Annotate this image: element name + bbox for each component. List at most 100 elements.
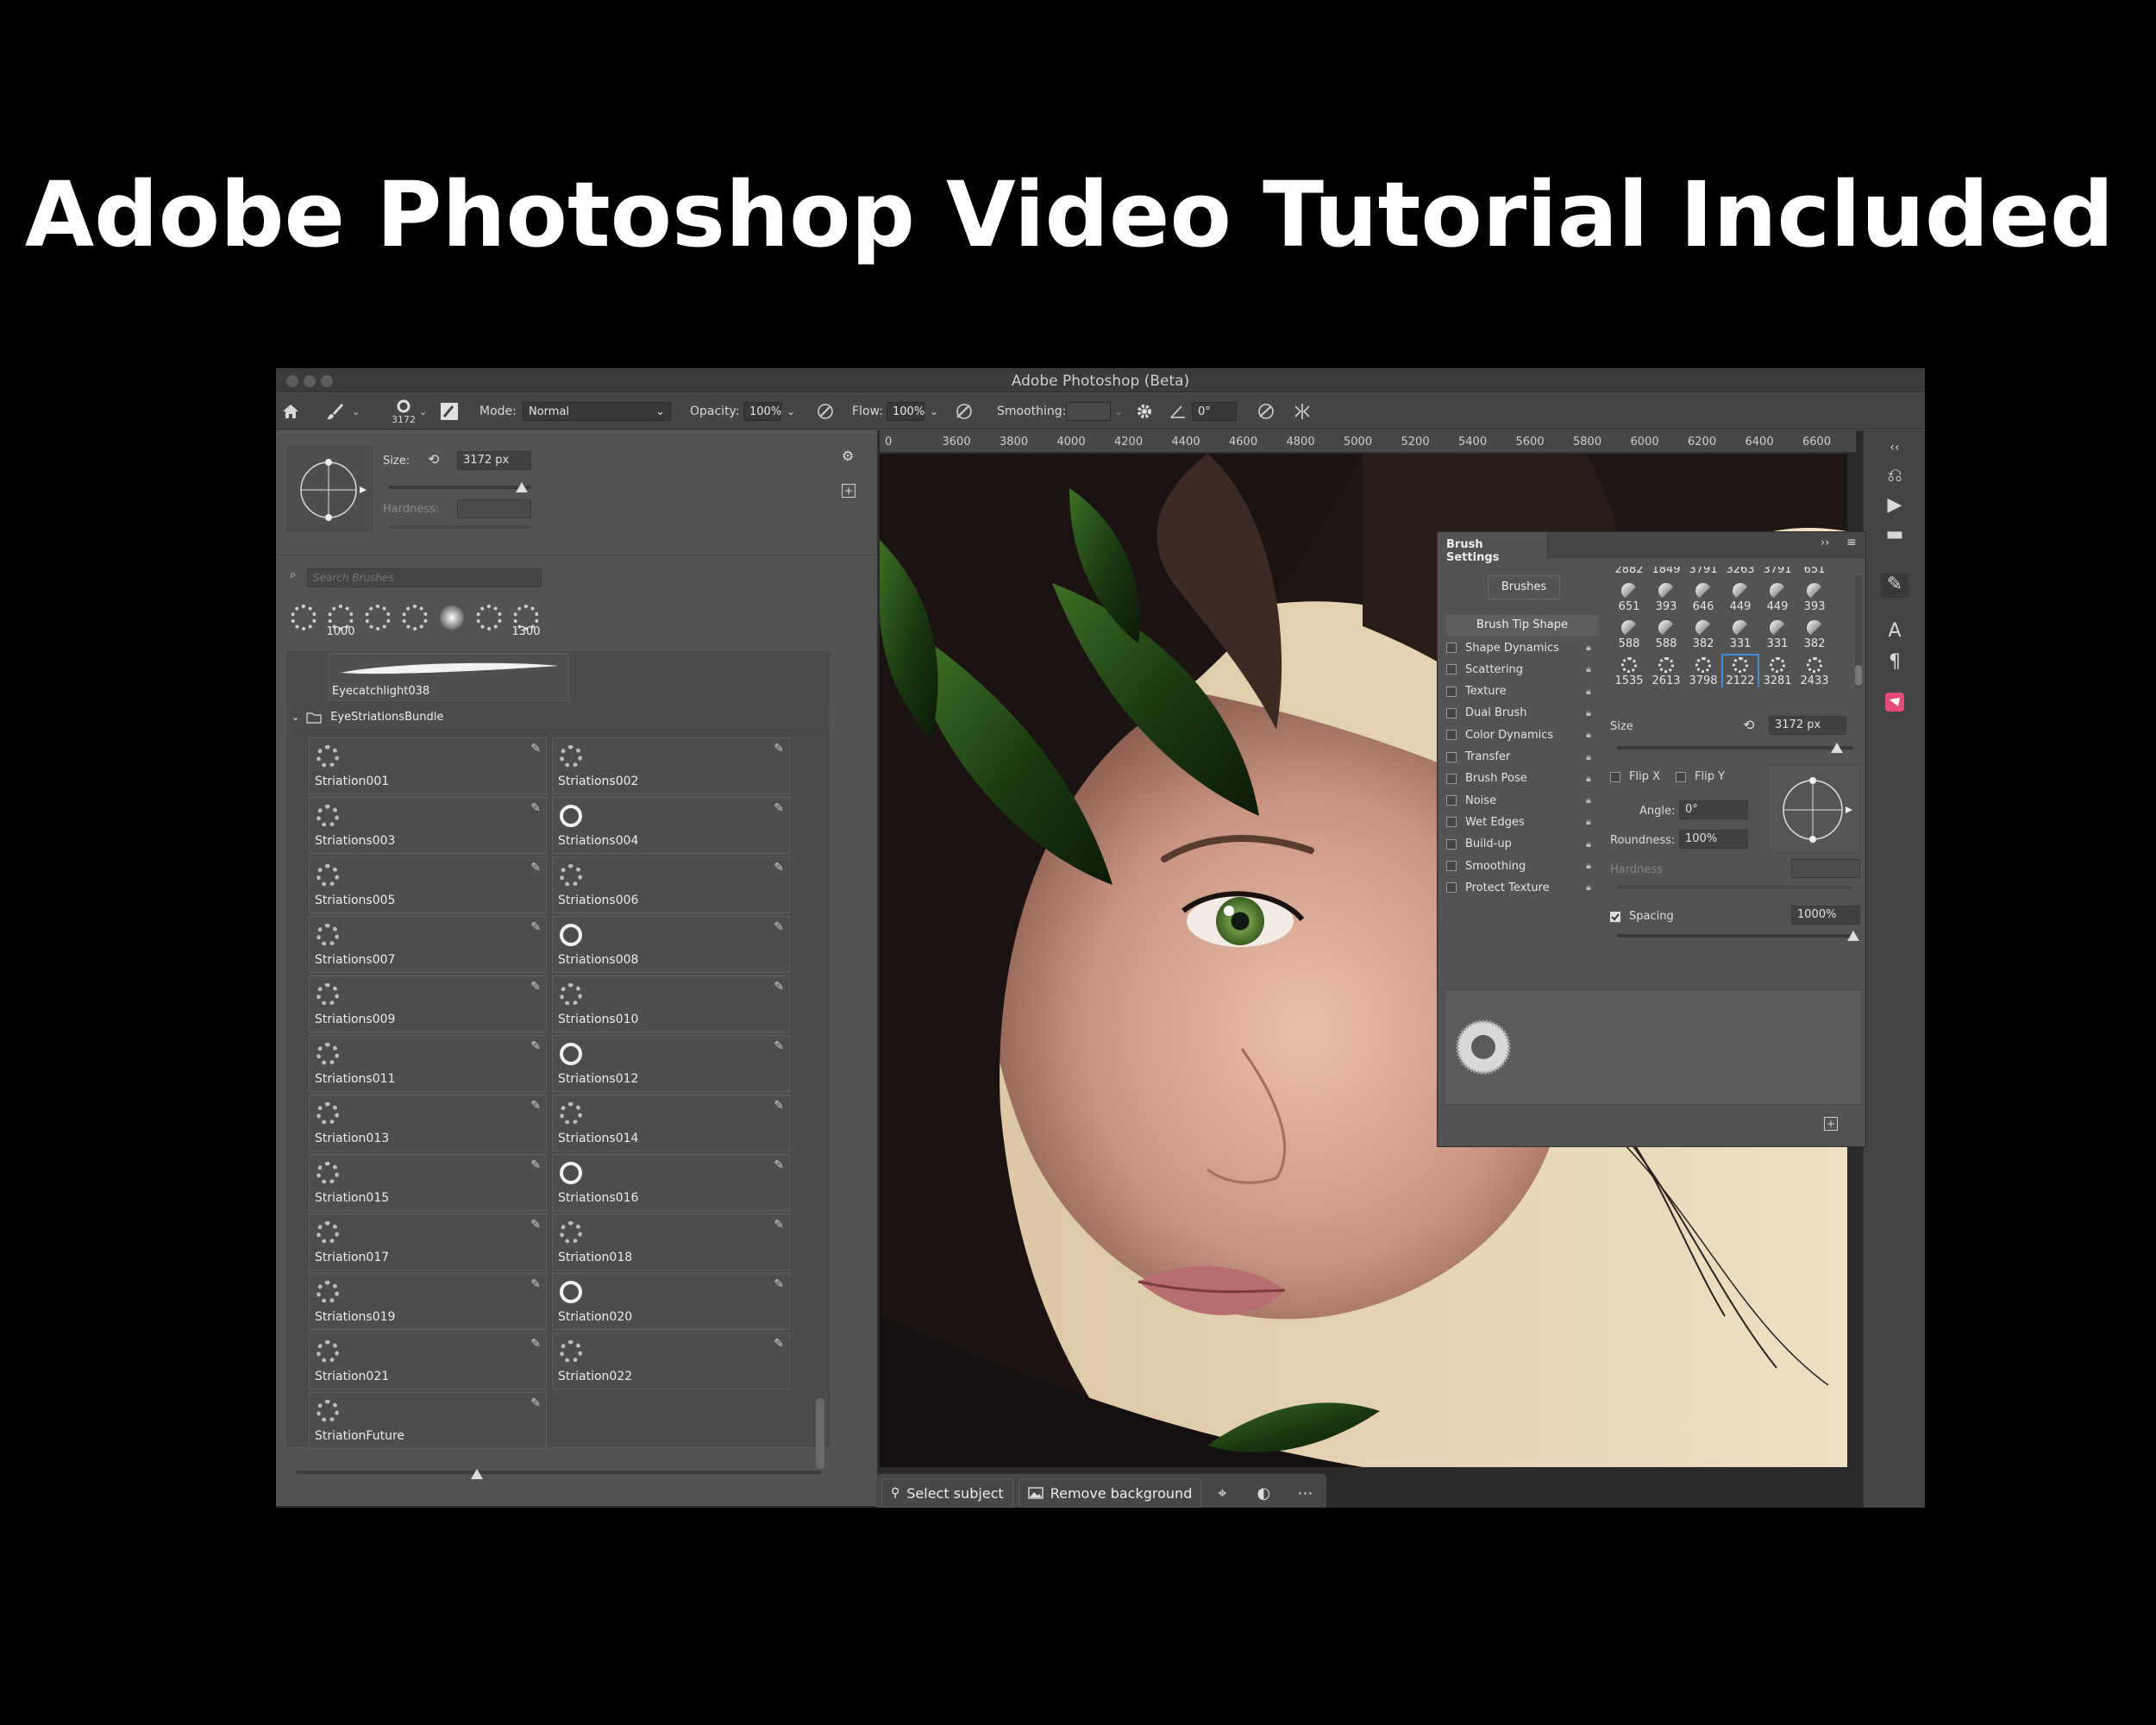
remove-background-button[interactable]: Remove background xyxy=(1018,1478,1202,1508)
edit-brush-icon[interactable]: ✎ xyxy=(774,1099,784,1113)
brush-angle-preview[interactable] xyxy=(286,446,373,532)
brush-tip[interactable]: 3791 xyxy=(1686,567,1720,580)
brush-item[interactable]: ✎ Striations006 xyxy=(552,856,790,913)
chevron-down-icon[interactable]: ⌄ xyxy=(291,712,299,723)
angle-field[interactable]: 0° xyxy=(1192,402,1237,421)
more-options-icon[interactable]: ⋯ xyxy=(1284,1478,1326,1508)
brush-tip[interactable]: 2122 xyxy=(1721,654,1759,687)
brush-tip[interactable]: 331 xyxy=(1723,618,1758,655)
settings-size-slider[interactable] xyxy=(1617,746,1853,750)
brush-setting-option[interactable]: Protect Texture 🔒︎ xyxy=(1446,877,1598,898)
brush-item[interactable]: ✎ Striations004 xyxy=(552,797,790,854)
option-checkbox[interactable] xyxy=(1446,730,1457,741)
home-icon[interactable] xyxy=(281,393,300,430)
picker-size-slider-knob[interactable] xyxy=(516,482,528,492)
settings-size-field[interactable]: 3172 px xyxy=(1769,716,1846,735)
settings-hardness-field[interactable] xyxy=(1791,859,1860,878)
flow-field[interactable]: 100% xyxy=(887,402,924,421)
flip-x-checkbox[interactable] xyxy=(1610,771,1620,782)
transform-icon[interactable]: ⌖ xyxy=(1201,1478,1243,1508)
recent-brush[interactable]: 1000 xyxy=(323,603,358,639)
edit-brush-icon[interactable]: ✎ xyxy=(774,1218,784,1232)
brush-tip[interactable]: 331 xyxy=(1760,618,1795,655)
edit-brush-icon[interactable]: ✎ xyxy=(530,1039,541,1053)
pressure-opacity-icon[interactable] xyxy=(816,393,835,430)
edit-brush-icon[interactable]: ✎ xyxy=(774,1039,784,1053)
mode-select[interactable]: Normal ⌄ xyxy=(523,402,671,421)
spacing-checkbox[interactable] xyxy=(1610,911,1620,922)
recent-brush[interactable] xyxy=(435,603,469,639)
brush-preset-picker[interactable]: 3172 xyxy=(392,393,416,430)
brush-setting-option[interactable]: Brush Pose 🔒︎ xyxy=(1446,768,1598,789)
lock-icon[interactable]: 🔒︎ xyxy=(1586,686,1591,698)
collapse-dock-icon[interactable]: ‹‹ xyxy=(1881,441,1908,465)
brush-setting-option[interactable]: Dual Brush 🔒︎ xyxy=(1446,703,1598,724)
paragraph-icon[interactable]: ¶ xyxy=(1881,651,1908,675)
reset-size-icon[interactable]: ⟲ xyxy=(1743,717,1754,733)
brush-item[interactable]: ✎ Striation022 xyxy=(552,1333,790,1389)
history-icon[interactable]: ⎌ xyxy=(1881,465,1908,489)
lock-icon[interactable]: 🔒︎ xyxy=(1586,794,1591,806)
edit-brush-icon[interactable]: ✎ xyxy=(530,861,541,875)
play-actions-icon[interactable]: ▶ xyxy=(1881,494,1908,518)
edit-brush-icon[interactable]: ✎ xyxy=(774,980,784,994)
option-checkbox[interactable] xyxy=(1446,664,1457,675)
opacity-field[interactable]: 100% xyxy=(743,402,781,421)
edit-brush-icon[interactable]: ✎ xyxy=(530,1218,541,1232)
brush-tip[interactable]: 393 xyxy=(1797,581,1832,618)
option-checkbox[interactable] xyxy=(1446,686,1457,697)
brush-tip[interactable]: 382 xyxy=(1797,618,1832,655)
brush-item[interactable]: ✎ Striation017 xyxy=(309,1214,547,1270)
brush-settings-dock-icon[interactable]: ✎ xyxy=(1881,574,1908,598)
angle-field[interactable]: 0° xyxy=(1679,800,1748,819)
option-checkbox[interactable] xyxy=(1446,795,1457,806)
option-checkbox[interactable] xyxy=(1446,838,1457,850)
recent-brush[interactable] xyxy=(286,603,321,639)
angle-roundness-widget[interactable] xyxy=(1769,765,1860,853)
edit-brush-icon[interactable]: ✎ xyxy=(530,980,541,994)
brush-tip[interactable]: 3263 xyxy=(1723,567,1758,580)
brush-item[interactable]: ✎ Striations016 xyxy=(552,1154,790,1211)
airbrush-icon[interactable] xyxy=(954,393,975,430)
spacing-knob[interactable] xyxy=(1847,931,1859,941)
pressure-size-icon[interactable] xyxy=(1256,393,1276,430)
brush-item[interactable]: ✎ Striation013 xyxy=(309,1095,547,1151)
spacing-field[interactable]: 1000% xyxy=(1791,906,1860,925)
picker-size-field[interactable]: 3172 px xyxy=(457,451,531,470)
option-checkbox[interactable] xyxy=(1446,882,1457,894)
brush-tip[interactable]: 1849 xyxy=(1649,567,1683,580)
brush-tip[interactable]: 646 xyxy=(1686,581,1720,618)
edit-brush-icon[interactable]: ✎ xyxy=(774,742,784,756)
option-checkbox[interactable] xyxy=(1446,817,1457,828)
brush-item[interactable]: ✎ Striations002 xyxy=(552,737,790,794)
brush-settings-tab[interactable]: Brush Settings xyxy=(1438,532,1548,564)
brush-setting-option[interactable]: Texture 🔒︎ xyxy=(1446,681,1598,702)
recent-brush[interactable] xyxy=(472,603,506,639)
panel-menu-icon[interactable]: ≡ xyxy=(1846,536,1857,549)
recent-brush[interactable] xyxy=(360,603,395,639)
brush-item[interactable]: ✎ Striations012 xyxy=(552,1035,790,1092)
chevron-down-icon[interactable]: ⌄ xyxy=(1114,405,1123,417)
brush-tip[interactable]: 449 xyxy=(1760,581,1795,618)
brush-item[interactable]: ✎ Striations010 xyxy=(552,975,790,1032)
lock-icon[interactable]: 🔒︎ xyxy=(1586,663,1591,675)
brush-item[interactable]: ✎ Striation018 xyxy=(552,1214,790,1270)
lock-icon[interactable]: 🔒︎ xyxy=(1586,729,1591,741)
chevron-down-icon[interactable]: ⌄ xyxy=(787,405,795,417)
brush-item[interactable]: ✎ Striations007 xyxy=(309,916,547,973)
edit-brush-icon[interactable]: ✎ xyxy=(530,801,541,815)
brush-tip[interactable]: 3281 xyxy=(1760,656,1795,687)
picker-size-slider[interactable] xyxy=(388,486,531,489)
edit-brush-icon[interactable]: ✎ xyxy=(530,1158,541,1172)
tip-grid-scrollbar[interactable] xyxy=(1855,575,1862,687)
character-icon[interactable]: A xyxy=(1881,620,1908,644)
symmetry-icon[interactable] xyxy=(1292,393,1313,430)
brush-item[interactable]: ✎ Striation021 xyxy=(309,1333,547,1389)
chevron-down-icon[interactable]: ⌄ xyxy=(930,405,938,417)
chevron-down-icon[interactable]: ⌄ xyxy=(419,393,427,430)
brush-item[interactable]: ✎ Striations009 xyxy=(309,975,547,1032)
select-subject-button[interactable]: ⚲ Select subject xyxy=(881,1478,1013,1508)
lock-icon[interactable]: 🔒︎ xyxy=(1586,773,1591,785)
picker-hardness-slider[interactable] xyxy=(388,525,531,529)
create-new-brush-icon[interactable]: + xyxy=(1824,1117,1838,1131)
